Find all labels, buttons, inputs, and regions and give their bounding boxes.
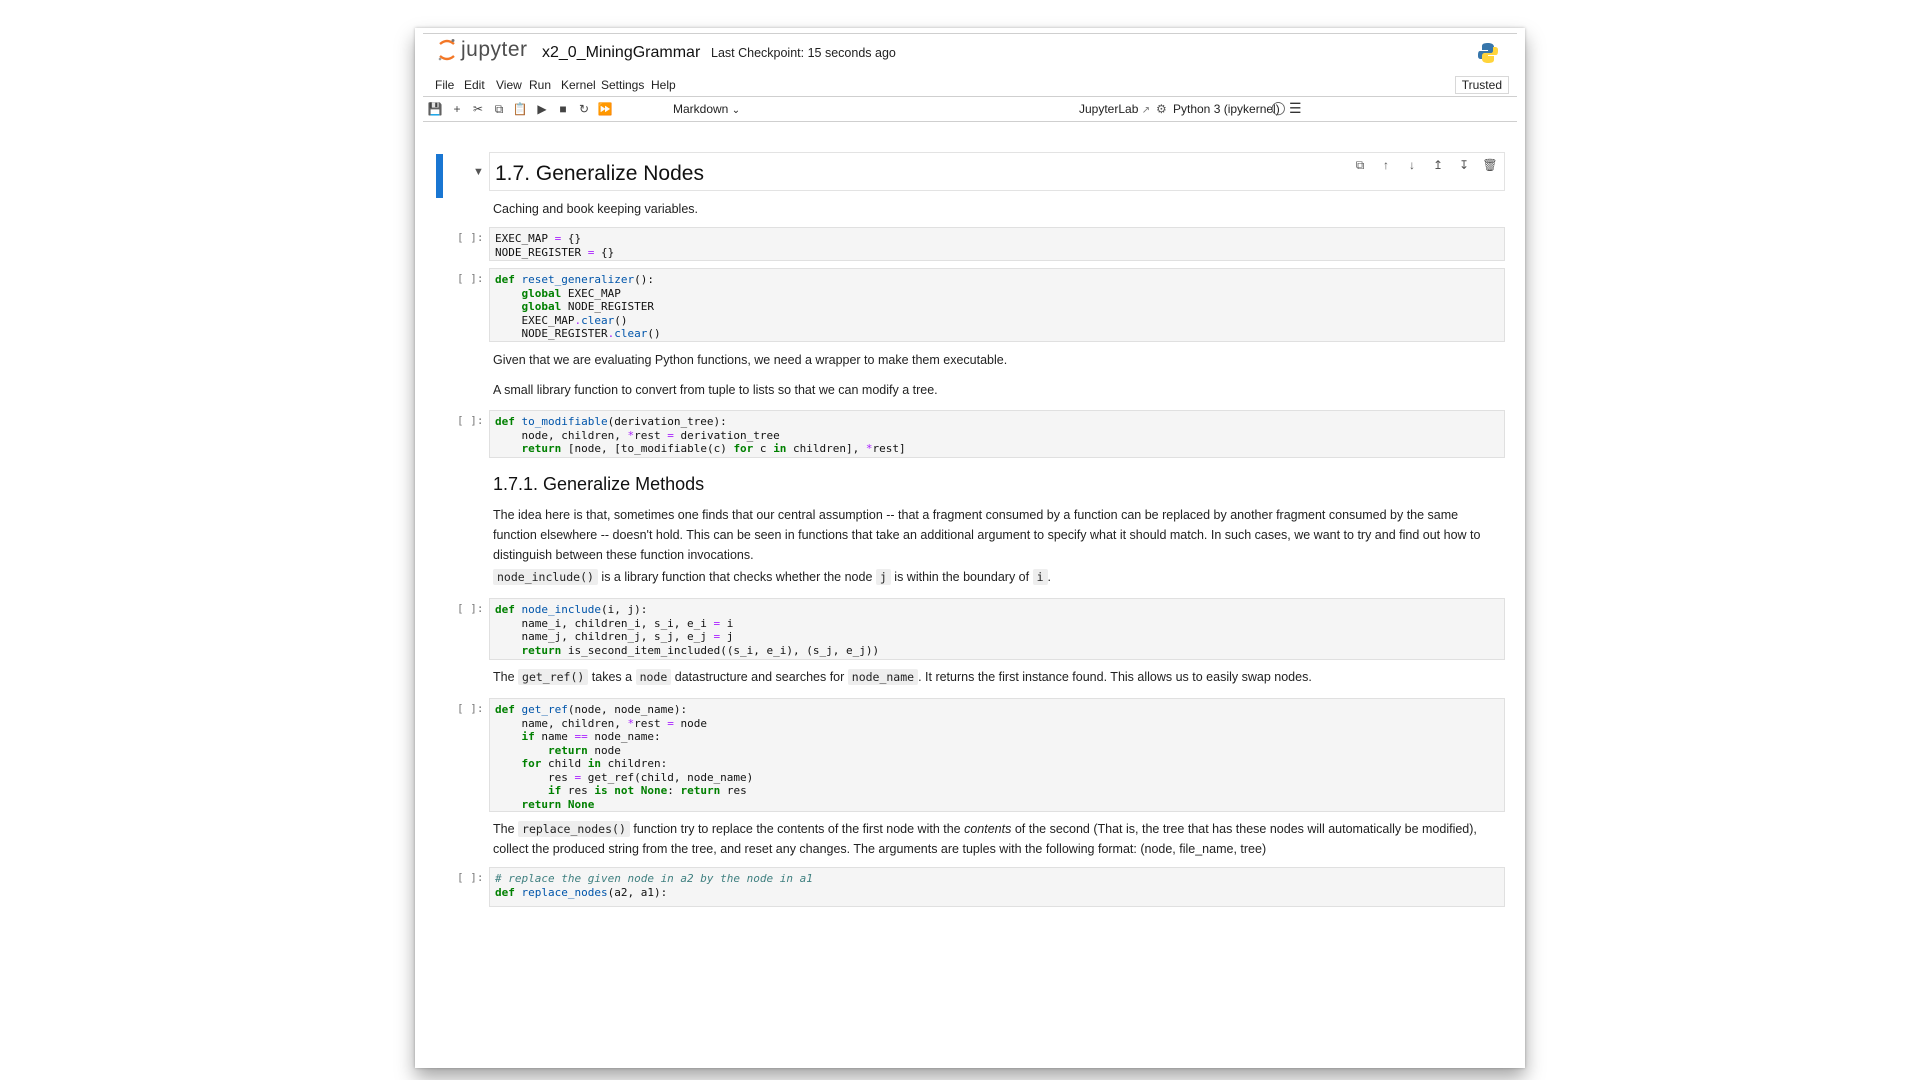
markdown-cell: The get_ref() takes a node datastructure…	[493, 667, 1499, 687]
move-down-icon[interactable]: ↓	[1404, 157, 1420, 173]
notebook-toolbar: 💾 + ✂ ⧉ 📋 ▶ ■ ↻ ⏩ Markdown ⌄ JupyterLab …	[423, 97, 1517, 122]
external-link-icon: ↗	[1141, 105, 1151, 116]
markdown-cell: Caching and book keeping variables.	[493, 202, 698, 216]
inline-code: node_name	[847, 669, 919, 685]
markdown-cell: The idea here is that, sometimes one fin…	[493, 508, 1481, 562]
cell-prompt: [ ]:	[457, 871, 484, 884]
paste-icon[interactable]: 📋	[512, 101, 528, 117]
kernel-status-icon: ◯	[1271, 100, 1286, 115]
inline-code: node_include()	[493, 569, 598, 585]
subheading: 1.7.1. Generalize Methods	[493, 474, 705, 494]
jupyterlab-link[interactable]: JupyterLab ↗	[1079, 102, 1150, 116]
checkpoint-status: Last Checkpoint: 15 seconds ago	[711, 46, 896, 60]
inline-code: i	[1032, 569, 1048, 585]
code-cell-reset-generalizer[interactable]: def reset_generalizer(): global EXEC_MAP…	[489, 268, 1505, 342]
chevron-down-icon: ⌄	[731, 105, 741, 116]
collapse-heading-icon[interactable]: ▼	[473, 166, 484, 178]
text: takes a	[588, 670, 636, 684]
active-cell-indicator	[436, 154, 443, 198]
text: is within the boundary of	[890, 570, 1033, 584]
debugger-icon[interactable]: ⚙	[1156, 102, 1167, 116]
kernel-name[interactable]: Python 3 (ipykernel)	[1173, 102, 1280, 116]
insert-below-icon[interactable]: ↧	[1456, 157, 1472, 173]
jupyter-logo[interactable]: jupyter	[437, 38, 528, 62]
delete-cell-icon[interactable]: 🗑	[1482, 157, 1498, 173]
menu-view[interactable]: View	[496, 78, 522, 92]
menu-kernel[interactable]: Kernel	[561, 78, 596, 92]
text: is a library function that checks whethe…	[597, 570, 876, 584]
notebook-panel: ▼ 1.7. Generalize Nodes ⧉ ↑ ↓ ↥ ↧ 🗑 Cach…	[423, 122, 1517, 1068]
emphasis: contents	[964, 822, 1012, 836]
trusted-indicator[interactable]: Trusted	[1454, 76, 1509, 94]
cell-prompt: [ ]:	[457, 602, 484, 615]
inline-code: node	[635, 669, 672, 685]
move-up-icon[interactable]: ↑	[1378, 157, 1394, 173]
markdown-cell: Given that we are evaluating Python func…	[493, 353, 1008, 367]
add-cell-icon[interactable]: +	[449, 101, 465, 117]
cell-prompt: [ ]:	[457, 702, 484, 715]
heading-title: 1.7. Generalize Nodes	[495, 162, 704, 185]
cell-prompt: [ ]:	[457, 231, 484, 244]
cell-prompt: [ ]:	[457, 414, 484, 427]
jupyter-logo-icon	[438, 39, 455, 61]
text: datastructure and searches for	[671, 670, 848, 684]
markdown-cell: A small library function to convert from…	[493, 383, 938, 397]
python-logo-icon	[1478, 43, 1498, 63]
copy-icon[interactable]: ⧉	[491, 101, 507, 117]
inline-code: replace_nodes()	[518, 821, 630, 837]
menu-hamburger-icon[interactable]: ☰	[1289, 100, 1302, 117]
inline-code: j	[875, 569, 891, 585]
notebook-app: jupyter x2_0_MiningGrammar Last Checkpoi…	[423, 33, 1517, 1068]
notebook-title[interactable]: x2_0_MiningGrammar	[542, 44, 700, 62]
jupyter-logo-text: jupyter	[461, 38, 528, 61]
cell-toolbar: ⧉ ↑ ↓ ↥ ↧ 🗑	[1352, 157, 1498, 173]
code-cell-replace-nodes[interactable]: # replace the given node in a2 by the no…	[489, 867, 1505, 907]
header: jupyter x2_0_MiningGrammar Last Checkpoi…	[423, 34, 1517, 68]
menu-edit[interactable]: Edit	[464, 78, 485, 92]
text: function try to replace the contents of …	[629, 822, 965, 836]
menu-settings[interactable]: Settings	[601, 78, 644, 92]
save-icon[interactable]: 💾	[427, 101, 443, 117]
restart-icon[interactable]: ↻	[576, 101, 592, 117]
code-cell-get-ref[interactable]: def get_ref(node, node_name): name, chil…	[489, 698, 1505, 812]
menubar: File Edit View Run Kernel Settings Help …	[423, 74, 1517, 97]
cell-type-select[interactable]: Markdown ⌄	[673, 102, 740, 116]
code-cell-to-modifiable[interactable]: def to_modifiable(derivation_tree): node…	[489, 410, 1505, 458]
menu-help[interactable]: Help	[651, 78, 676, 92]
code-cell-node-include[interactable]: def node_include(i, j): name_i, children…	[489, 598, 1505, 660]
markdown-cell: node_include() is a library function tha…	[493, 567, 1499, 587]
cell-type-value: Markdown	[673, 102, 729, 116]
code-cell-exec-map[interactable]: EXEC_MAP = {} NODE_REGISTER = {}	[489, 227, 1505, 261]
inline-code: get_ref()	[518, 669, 589, 685]
markdown-cell: The replace_nodes() function try to repl…	[493, 819, 1499, 859]
menu-file[interactable]: File	[435, 78, 454, 92]
text: . It returns the first instance found. T…	[918, 670, 1312, 684]
fast-forward-icon[interactable]: ⏩	[597, 101, 613, 117]
jupyter-window: jupyter x2_0_MiningGrammar Last Checkpoi…	[415, 28, 1525, 1068]
text: The	[493, 822, 519, 836]
text: The	[493, 670, 519, 684]
cell-prompt: [ ]:	[457, 272, 484, 285]
jupyterlab-link-label: JupyterLab	[1079, 102, 1139, 116]
stop-icon[interactable]: ■	[555, 101, 571, 117]
run-icon[interactable]: ▶	[534, 101, 550, 117]
menu-run[interactable]: Run	[529, 78, 551, 92]
duplicate-cell-icon[interactable]: ⧉	[1352, 157, 1368, 173]
insert-above-icon[interactable]: ↥	[1430, 157, 1446, 173]
heading-cell[interactable]: 1.7. Generalize Nodes ⧉ ↑ ↓ ↥ ↧ 🗑	[489, 152, 1505, 191]
text: .	[1047, 570, 1051, 584]
cut-icon[interactable]: ✂	[470, 101, 486, 117]
